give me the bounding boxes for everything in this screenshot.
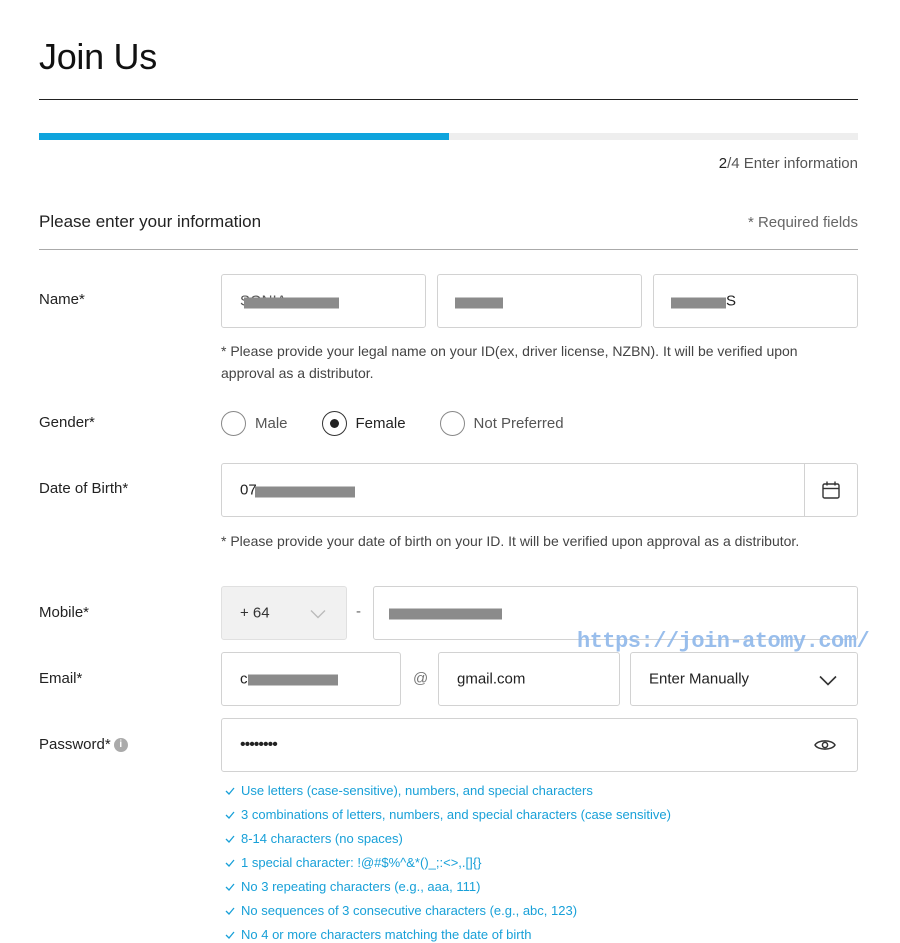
redaction — [248, 674, 338, 686]
check-icon — [225, 927, 237, 942]
password-rule-item: 1 special character: !@#$%^&*()_;:<>,.[]… — [225, 850, 671, 874]
section-divider — [39, 249, 858, 250]
gender-option-label: Female — [355, 415, 406, 432]
radio-button-selected[interactable] — [321, 411, 347, 436]
last-name-input[interactable]: S — [653, 274, 858, 328]
info-icon[interactable]: i — [113, 738, 128, 753]
redaction — [255, 486, 355, 498]
country-code-select[interactable]: + 64 — [221, 586, 347, 640]
check-icon — [225, 903, 237, 918]
password-rule-text: 3 combinations of letters, numbers, and … — [241, 806, 671, 822]
step-text: /4 Enter information — [727, 155, 858, 172]
password-rule-text: No 3 repeating characters (e.g., aaa, 11… — [241, 878, 481, 894]
password-rules-list: Use letters (case-sensitive), numbers, a… — [225, 778, 671, 943]
password-rule-text: Use letters (case-sensitive), numbers, a… — [241, 782, 593, 798]
redaction — [455, 297, 503, 309]
email-local-input[interactable]: c — [221, 652, 401, 706]
section-title: Please enter your information — [39, 212, 262, 231]
password-rule-text: 8-14 characters (no spaces) — [241, 830, 403, 846]
step-indicator: 2/4 Enter information — [719, 155, 858, 172]
last-name-value: S — [726, 292, 737, 310]
name-label: Name* — [39, 291, 85, 308]
password-input[interactable]: •••••••• — [221, 718, 858, 772]
dob-label: Date of Birth* — [39, 480, 129, 497]
password-label: Password* i — [39, 736, 128, 753]
check-icon — [225, 879, 237, 894]
check-icon — [225, 855, 237, 870]
radio-dot — [329, 419, 339, 428]
email-domain-value: gmail.com — [457, 670, 526, 688]
mobile-label: Mobile* — [39, 604, 90, 621]
password-rule-text: No sequences of 3 consecutive characters… — [241, 902, 578, 918]
gender-radio-group: Male Female Not Preferred — [221, 411, 598, 436]
gender-option-male[interactable]: Male — [221, 411, 288, 436]
email-local-value: c — [240, 670, 248, 688]
chevron-down-icon — [819, 673, 837, 691]
password-label-text: Password* — [39, 736, 111, 753]
redaction — [671, 297, 726, 309]
calendar-icon[interactable] — [805, 464, 857, 516]
radio-button[interactable] — [439, 411, 465, 436]
dob-input[interactable]: 07 — [221, 463, 858, 517]
email-domain-input[interactable]: gmail.com — [438, 652, 620, 706]
password-rule-item: No 4 or more characters matching the dat… — [225, 922, 671, 943]
radio-button[interactable] — [221, 411, 246, 436]
mobile-separator: - — [356, 603, 361, 620]
email-label: Email* — [39, 670, 83, 687]
password-rule-item: No sequences of 3 consecutive characters… — [225, 898, 671, 922]
gender-option-label: Male — [255, 415, 288, 432]
middle-name-input[interactable] — [437, 274, 642, 328]
check-icon — [225, 831, 237, 846]
progress-bar-fill — [39, 133, 449, 140]
gender-option-female[interactable]: Female — [321, 411, 406, 436]
check-icon — [225, 807, 237, 822]
eye-icon[interactable] — [799, 719, 851, 771]
password-rule-text: 1 special character: !@#$%^&*()_;:<>,.[]… — [241, 854, 482, 870]
password-rule-item: Use letters (case-sensitive), numbers, a… — [225, 778, 671, 802]
gender-option-label: Not Preferred — [473, 415, 564, 432]
gender-label: Gender* — [39, 414, 95, 431]
at-symbol: @ — [413, 670, 429, 687]
step-number: 2 — [718, 155, 728, 172]
dob-hint: * Please provide your date of birth on y… — [221, 533, 800, 549]
password-value: •••••••• — [240, 736, 278, 753]
watermark: https://join-atomy.com/ — [577, 629, 870, 654]
page-title: Join Us — [39, 36, 157, 77]
check-icon — [225, 783, 237, 798]
chevron-down-icon — [310, 606, 326, 624]
first-name-input[interactable]: SONIA — [221, 274, 426, 328]
progress-bar — [39, 133, 858, 140]
gender-option-not-preferred[interactable]: Not Preferred — [439, 411, 564, 436]
password-rule-item: No 3 repeating characters (e.g., aaa, 11… — [225, 874, 671, 898]
email-domain-select-value: Enter Manually — [649, 670, 750, 688]
redaction — [244, 297, 339, 309]
password-rule-text: No 4 or more characters matching the dat… — [241, 926, 532, 942]
email-domain-select[interactable]: Enter Manually — [630, 652, 858, 706]
redaction — [389, 608, 502, 620]
required-fields-note: * Required fields — [747, 214, 858, 231]
name-hint: * Please provide your legal name on your… — [221, 343, 798, 381]
title-divider — [39, 99, 858, 100]
password-rule-item: 3 combinations of letters, numbers, and … — [225, 802, 671, 826]
password-rule-item: 8-14 characters (no spaces) — [225, 826, 671, 850]
country-code-value: + 64 — [240, 604, 270, 622]
